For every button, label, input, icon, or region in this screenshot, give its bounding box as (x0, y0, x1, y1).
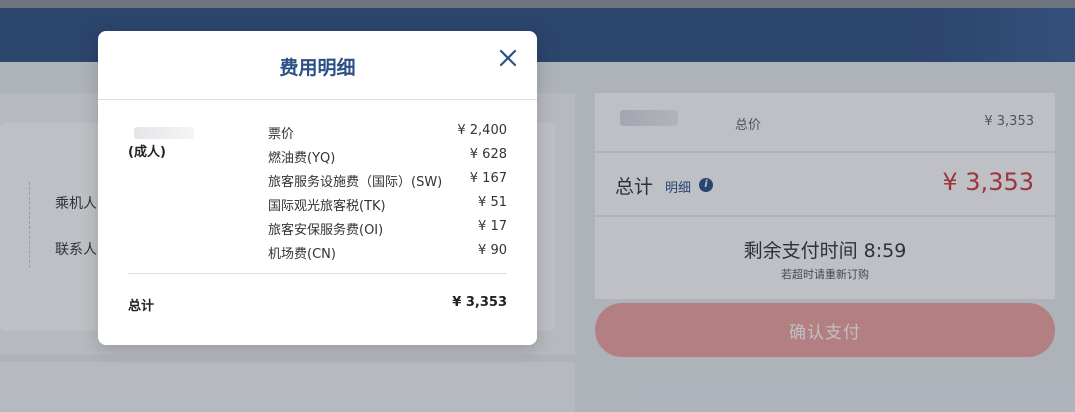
fee-value: ¥ 628 (469, 147, 507, 162)
fee-value: ¥ 2,400 (457, 123, 507, 138)
fee-value: ¥ 51 (478, 195, 507, 210)
fee-detail-modal: 费用明细 (成人) 票价 ¥ 2,400 燃油费(YQ) ¥ 628 旅客服务设… (98, 31, 537, 345)
total-divider (128, 273, 507, 274)
fee-value: ¥ 167 (469, 171, 507, 186)
fee-name: 旅客安保服务费(OI) (268, 223, 384, 238)
modal-divider (98, 99, 537, 100)
fee-value: ¥ 17 (478, 219, 507, 234)
fee-value: ¥ 90 (478, 243, 507, 258)
modal-title: 费用明细 (279, 57, 356, 79)
modal-total-value: ¥ 3,353 (452, 295, 507, 310)
fee-name: 燃油费(YQ) (268, 151, 336, 166)
fee-name: 旅客服务设施费（国际）(SW) (268, 175, 443, 190)
fee-name: 机场费(CN) (268, 247, 336, 262)
blurred-passenger-name (134, 127, 194, 139)
fee-name: 国际观光旅客税(TK) (268, 199, 386, 214)
fee-name: 票价 (268, 127, 295, 142)
modal-total-label: 总计 (128, 299, 155, 314)
close-icon[interactable] (497, 47, 519, 69)
passenger-type: (成人) (128, 145, 166, 160)
